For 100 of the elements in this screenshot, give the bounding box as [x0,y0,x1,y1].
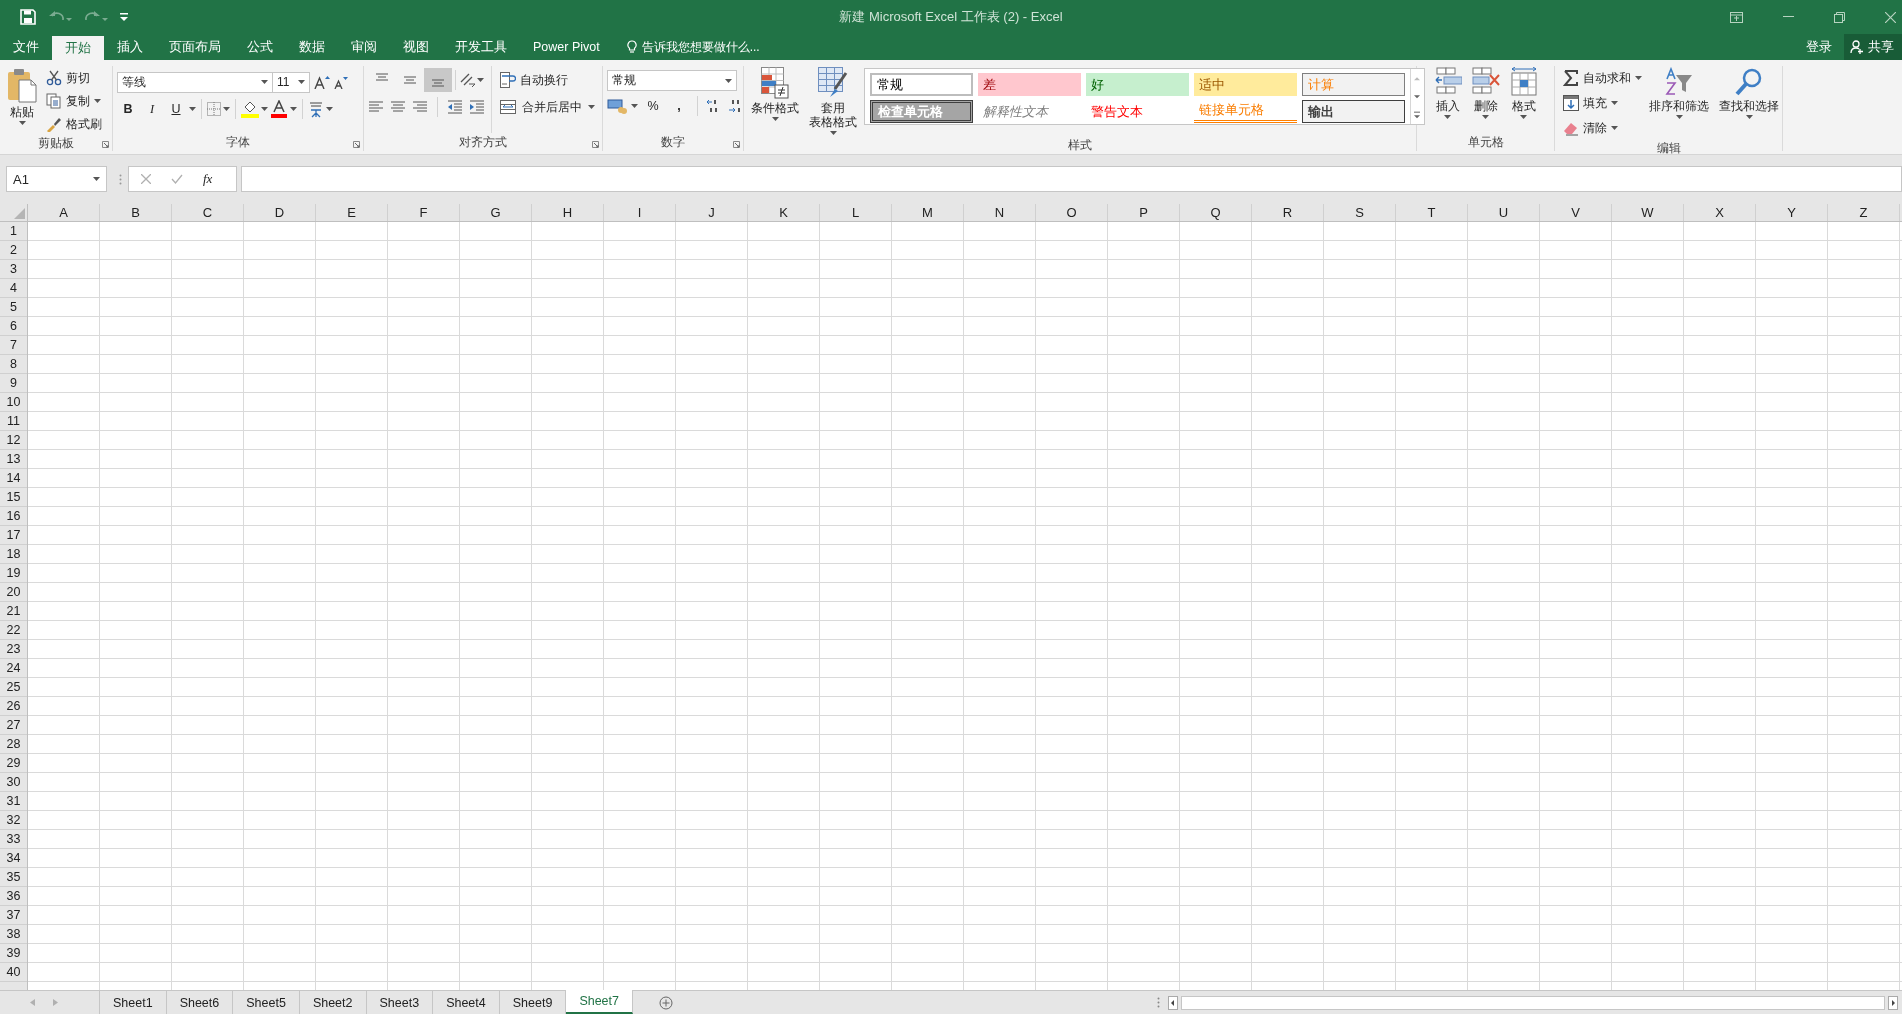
comma-button[interactable]: , [668,95,690,117]
row-header[interactable]: 8 [0,355,27,374]
column-header[interactable]: H [532,204,604,221]
row-header[interactable]: 25 [0,678,27,697]
column-header[interactable]: J [676,204,748,221]
copy-button[interactable]: 复制 [46,91,102,111]
row-header[interactable]: 3 [0,260,27,279]
eraser-button[interactable]: 清除 [1563,117,1642,139]
row-header[interactable]: 36 [0,887,27,906]
bold-button[interactable]: B [117,98,139,120]
row-header[interactable]: 31 [0,792,27,811]
paintbrush-button[interactable]: 格式刷 [46,114,102,134]
align-right-icon[interactable] [412,100,428,114]
column-header[interactable]: P [1108,204,1180,221]
decrease-indent-icon[interactable] [447,100,463,114]
column-header[interactable]: W [1612,204,1684,221]
column-header[interactable]: G [460,204,532,221]
enter-icon[interactable] [171,174,183,184]
ribbon-tab[interactable]: 视图 [390,34,442,60]
tell-me-field[interactable]: 告诉我您想要做什么... [641,38,760,56]
column-header[interactable]: Q [1180,204,1252,221]
row-header[interactable]: 30 [0,773,27,792]
column-header[interactable]: S [1324,204,1396,221]
row-header[interactable]: 40 [0,963,27,982]
caret-icon[interactable] [261,107,268,111]
ribbon-tab[interactable]: 数据 [286,34,338,60]
row-header[interactable]: 11 [0,412,27,431]
caret-icon[interactable] [290,107,297,111]
caret-icon[interactable] [631,104,638,108]
row-header[interactable]: 17 [0,526,27,545]
row-header[interactable]: 34 [0,849,27,868]
row-header[interactable]: 39 [0,944,27,963]
sort-filter-button[interactable]: 排序和筛选 [1646,66,1712,139]
column-header[interactable]: K [748,204,820,221]
ribbon-tab[interactable]: 插入 [104,34,156,60]
column-header[interactable]: T [1396,204,1468,221]
splitter-handle-icon[interactable] [1157,997,1160,1008]
ribbon-tab[interactable]: 开发工具 [442,34,520,60]
column-header[interactable]: V [1540,204,1612,221]
row-header[interactable]: 28 [0,735,27,754]
ribbon-tab[interactable]: 页面布局 [156,34,234,60]
row-header[interactable]: 2 [0,241,27,260]
row-header[interactable]: 13 [0,450,27,469]
wrap-text-button[interactable]: 自动换行 [500,68,595,92]
dialog-launcher-icon[interactable] [353,141,360,148]
ribbon-tab[interactable]: 公式 [234,34,286,60]
row-header[interactable]: 21 [0,602,27,621]
close-icon[interactable] [1885,11,1896,23]
fill-color-icon[interactable] [241,100,259,118]
ribbon-tab[interactable]: 审阅 [338,34,390,60]
format-cells-button[interactable]: 格式 [1506,66,1541,133]
caret-icon[interactable] [189,107,196,111]
search-button[interactable]: 查找和选择 [1716,66,1782,139]
grow-font-icon[interactable] [314,75,330,89]
cell-style-option[interactable]: 好 [1086,73,1189,96]
merge-center-button[interactable]: 合并后居中 [500,95,595,119]
share-button[interactable]: 共享 [1844,34,1902,60]
font-color-icon[interactable] [270,100,288,118]
dialog-launcher-icon[interactable] [592,141,599,148]
row-header[interactable]: 33 [0,830,27,849]
caret-icon[interactable] [477,78,484,82]
underline-button[interactable]: U [165,98,187,120]
sheet-tab[interactable]: Sheet4 [433,991,500,1014]
row-header[interactable]: 23 [0,640,27,659]
sheet-tab[interactable]: Sheet3 [366,991,434,1014]
row-header[interactable]: 26 [0,697,27,716]
row-header[interactable]: 14 [0,469,27,488]
formula-input[interactable] [241,166,1902,192]
caret-icon[interactable] [326,107,333,111]
sheet-tab[interactable]: Sheet2 [299,991,367,1014]
font-size-field[interactable]: 11 [272,71,310,93]
column-header[interactable]: X [1684,204,1756,221]
column-header[interactable]: I [604,204,676,221]
conditional-formatting-button[interactable]: 条件格式 [748,66,802,136]
add-sheet-icon[interactable] [659,995,673,1010]
sheet-tab[interactable]: Sheet7 [566,990,633,1014]
insert-function-button[interactable]: fx [203,171,213,187]
row-header[interactable]: 6 [0,317,27,336]
column-header[interactable]: C [172,204,244,221]
row-header[interactable]: 19 [0,564,27,583]
column-header[interactable]: E [316,204,388,221]
row-header[interactable]: 37 [0,906,27,925]
row-header[interactable]: 18 [0,545,27,564]
orientation-icon[interactable] [459,72,477,88]
column-header[interactable]: L [820,204,892,221]
phonetic-guide-icon[interactable] [308,100,324,118]
ribbon-tab[interactable]: 文件 [0,34,52,60]
currency-icon[interactable] [607,98,627,114]
dialog-launcher-icon[interactable] [733,141,740,148]
shrink-font-icon[interactable] [334,75,348,89]
row-header[interactable]: 12 [0,431,27,450]
row-header[interactable]: 1 [0,222,27,241]
restore-icon[interactable] [1834,11,1845,23]
cell-style-option[interactable]: 输出 [1302,100,1405,123]
horizontal-scrollbar[interactable] [1181,995,1885,1010]
italic-button[interactable]: I [141,98,163,120]
row-header[interactable]: 29 [0,754,27,773]
align-center-icon[interactable] [390,100,406,114]
font-name-field[interactable]: 等线 [117,71,273,93]
cell-grid[interactable] [28,222,1902,990]
